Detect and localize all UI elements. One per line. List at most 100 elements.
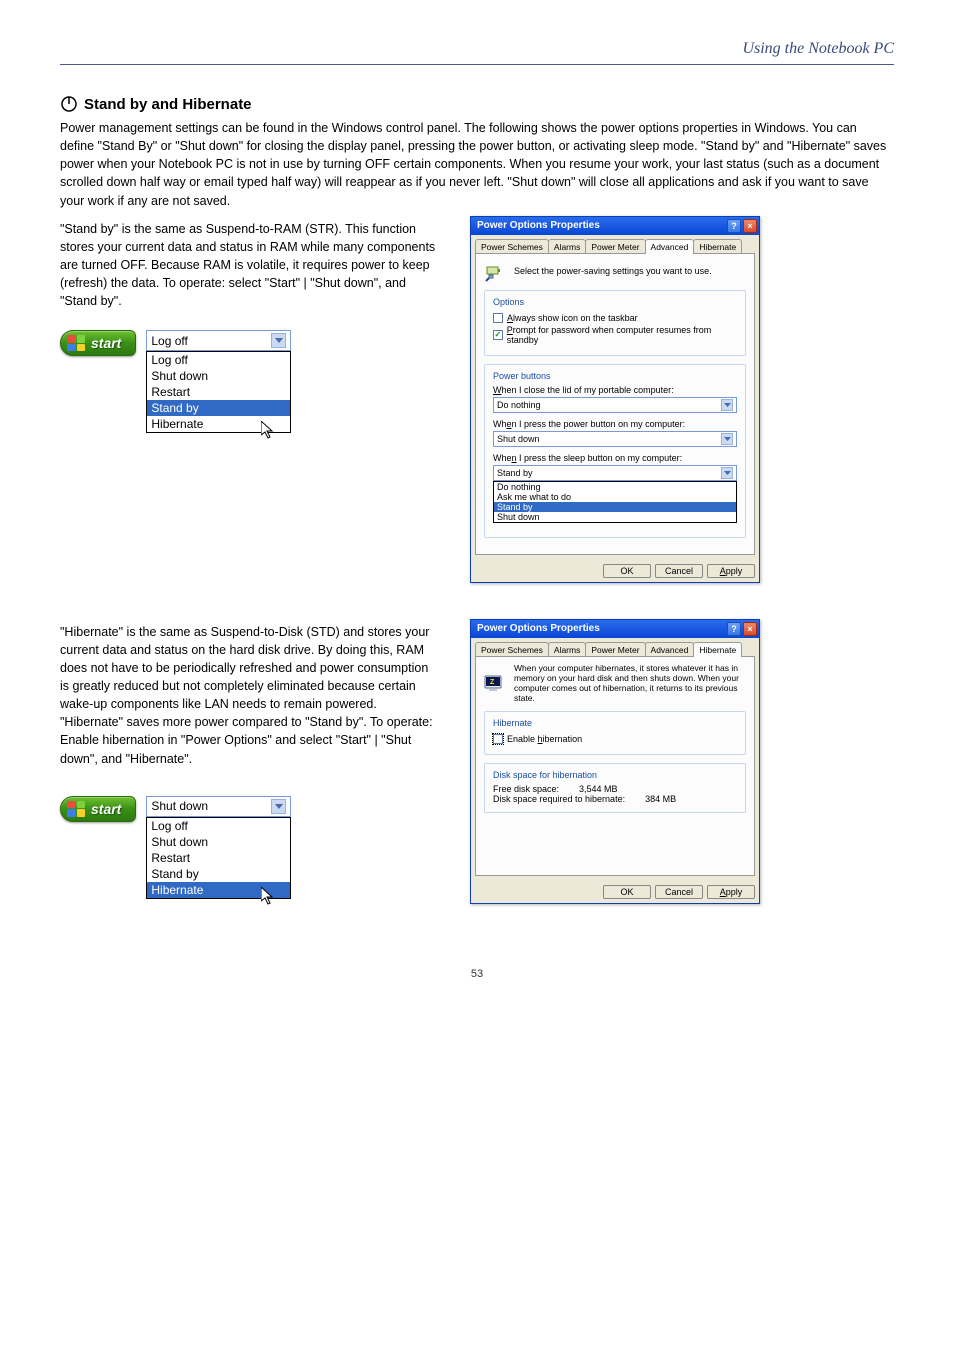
lid-combo[interactable]: Do nothing <box>493 397 737 413</box>
dropdown-item-standby[interactable]: Stand by <box>147 866 290 882</box>
page-number: 53 <box>60 968 894 980</box>
intro-paragraph: Power management settings can be found i… <box>60 119 894 210</box>
combo-item-standby[interactable]: Stand by <box>494 502 736 512</box>
dialog-buttons: OK Cancel Apply <box>471 881 759 903</box>
titlebar-text: Power Options Properties <box>477 220 600 231</box>
checkbox-icon[interactable]: ✓ <box>493 330 503 340</box>
titlebar[interactable]: Power Options Properties ? × <box>471 620 759 638</box>
dropdown-item-shutdown[interactable]: Shut down <box>147 834 290 850</box>
titlebar-text: Power Options Properties <box>477 623 600 634</box>
checkbox-icon[interactable] <box>493 313 503 323</box>
tab-power-schemes[interactable]: Power Schemes <box>475 642 549 657</box>
chevron-down-icon[interactable] <box>721 433 733 445</box>
power-icon <box>60 95 78 113</box>
windows-flag-icon <box>67 801 85 817</box>
hibernate-legend: Hibernate <box>490 718 535 728</box>
options-fieldset: Options Always show icon on the taskbar … <box>484 290 746 356</box>
tab-power-schemes[interactable]: Power Schemes <box>475 239 549 254</box>
hibernate-fieldset: Hibernate Enable hibernation <box>484 711 746 755</box>
sleep-value: Stand by <box>497 468 533 478</box>
options-legend: Options <box>490 297 527 307</box>
dropdown-item-standby[interactable]: Stand by <box>147 400 290 416</box>
lid-label: When I close the lid of my portable comp… <box>493 385 737 395</box>
apply-button[interactable]: Apply <box>707 885 755 899</box>
cursor-icon <box>261 421 275 439</box>
tab-advanced[interactable]: Advanced <box>645 642 695 657</box>
shutdown-dropdown-hibernate[interactable]: Shut down Log off Shut down Restart Stan… <box>146 796 291 920</box>
tab-alarms[interactable]: Alarms <box>548 239 586 254</box>
tabpanel-advanced: Select the power-saving settings you wan… <box>475 253 755 555</box>
battery-plug-icon <box>484 260 506 282</box>
sleep-combo[interactable]: Stand by <box>493 465 737 481</box>
close-button[interactable]: × <box>743 219 757 233</box>
apply-button[interactable]: Apply <box>707 564 755 578</box>
tab-hibernate[interactable]: Hibernate <box>693 239 742 254</box>
titlebar[interactable]: Power Options Properties ? × <box>471 217 759 235</box>
cursor-icon <box>261 887 275 905</box>
dropdown-item-restart[interactable]: Restart <box>147 850 290 866</box>
advanced-intro-text: Select the power-saving settings you wan… <box>514 266 712 276</box>
req-disk-value: 384 MB <box>645 794 676 804</box>
tabpanel-hibernate: Z When your computer hibernates, it stor… <box>475 656 755 876</box>
section-title-text: Stand by and Hibernate <box>84 96 252 113</box>
cancel-button[interactable]: Cancel <box>655 564 703 578</box>
ok-button[interactable]: OK <box>603 564 651 578</box>
power-options-advanced-dialog: Power Options Properties ? × Power Schem… <box>470 216 760 583</box>
power-buttons-fieldset: Power buttons When I close the lid of my… <box>484 364 746 538</box>
tabstrip: Power Schemes Alarms Power Meter Advance… <box>475 239 755 254</box>
tab-power-meter[interactable]: Power Meter <box>585 239 645 254</box>
power-label: When I press the power button on my comp… <box>493 419 737 429</box>
combo-item-shutdown[interactable]: Shut down <box>494 512 736 522</box>
ok-button[interactable]: OK <box>603 885 651 899</box>
chevron-down-icon[interactable] <box>271 799 286 814</box>
start-button[interactable]: start <box>60 330 136 356</box>
dropdown-selected[interactable]: Shut down <box>146 796 291 817</box>
checkbox-prompt-password[interactable]: ✓ Prompt for password when computer resu… <box>493 325 737 345</box>
close-button[interactable]: × <box>743 622 757 636</box>
combo-item-ask[interactable]: Ask me what to do <box>494 492 736 502</box>
checkbox-label: Enable hibernation <box>507 734 582 744</box>
tab-power-meter[interactable]: Power Meter <box>585 642 645 657</box>
dropdown-selected-text: Shut down <box>151 799 208 813</box>
windows-flag-icon <box>67 335 85 351</box>
disk-space-fieldset: Disk space for hibernation Free disk spa… <box>484 763 746 813</box>
help-button[interactable]: ? <box>727 219 741 233</box>
checkbox-show-icon[interactable]: Always show icon on the taskbar <box>493 313 737 323</box>
hibernate-intro-text: When your computer hibernates, it stores… <box>514 663 746 703</box>
standby-paragraph: "Stand by" is the same as Suspend-to-RAM… <box>60 220 440 311</box>
cancel-button[interactable]: Cancel <box>655 885 703 899</box>
monitor-zz-icon: Z <box>484 672 506 694</box>
disk-space-legend: Disk space for hibernation <box>490 770 600 780</box>
chevron-down-icon[interactable] <box>721 399 733 411</box>
section-title: Stand by and Hibernate <box>60 95 894 113</box>
sleep-combo-list[interactable]: Do nothing Ask me what to do Stand by Sh… <box>493 481 737 523</box>
dropdown-item-restart[interactable]: Restart <box>147 384 290 400</box>
start-button[interactable]: start <box>60 796 136 822</box>
tab-hibernate[interactable]: Hibernate <box>693 642 742 657</box>
hibernate-paragraph: "Hibernate" is the same as Suspend-to-Di… <box>60 623 440 768</box>
free-disk-value: 3,544 MB <box>579 784 618 794</box>
help-button[interactable]: ? <box>727 622 741 636</box>
chevron-down-icon[interactable] <box>721 467 733 479</box>
power-value: Shut down <box>497 434 540 444</box>
dropdown-item-shutdown[interactable]: Shut down <box>147 368 290 384</box>
checkbox-label: Prompt for password when computer resume… <box>507 325 737 345</box>
dropdown-item-logoff[interactable]: Log off <box>147 818 290 834</box>
tab-alarms[interactable]: Alarms <box>548 642 586 657</box>
dropdown-item-logoff[interactable]: Log off <box>147 352 290 368</box>
start-button-label: start <box>91 335 121 351</box>
power-combo[interactable]: Shut down <box>493 431 737 447</box>
chevron-down-icon[interactable] <box>271 333 286 348</box>
dropdown-selected[interactable]: Log off <box>146 330 291 351</box>
combo-item-do-nothing[interactable]: Do nothing <box>494 482 736 492</box>
checkbox-icon[interactable] <box>493 734 503 744</box>
shutdown-dropdown-standby[interactable]: Log off Log off Shut down Restart Stand … <box>146 330 291 454</box>
tab-advanced[interactable]: Advanced <box>645 239 695 254</box>
svg-text:Z: Z <box>490 679 495 686</box>
req-disk-label: Disk space required to hibernate: <box>493 794 625 804</box>
sleep-label: When I press the sleep button on my comp… <box>493 453 737 463</box>
lid-value: Do nothing <box>497 400 541 410</box>
checkbox-enable-hibernation[interactable]: Enable hibernation <box>493 734 737 744</box>
free-disk-label: Free disk space: <box>493 784 559 794</box>
start-button-label: start <box>91 801 121 817</box>
